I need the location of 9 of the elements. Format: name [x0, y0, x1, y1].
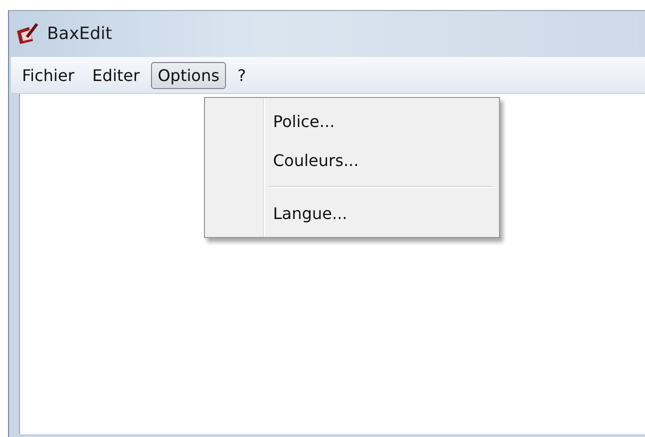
menu-item[interactable]: Fichier	[15, 62, 82, 88]
menu-option[interactable]: Langue...	[207, 194, 497, 233]
menu-option[interactable]: Couleurs...	[207, 141, 497, 180]
menu-item[interactable]: Options	[150, 62, 226, 88]
window-title: BaxEdit	[47, 24, 112, 44]
menu-item[interactable]: ?	[230, 62, 253, 88]
menu-option[interactable]: Police...	[207, 102, 497, 141]
menu-item[interactable]: Editer	[85, 62, 147, 88]
app-icon	[15, 23, 39, 45]
